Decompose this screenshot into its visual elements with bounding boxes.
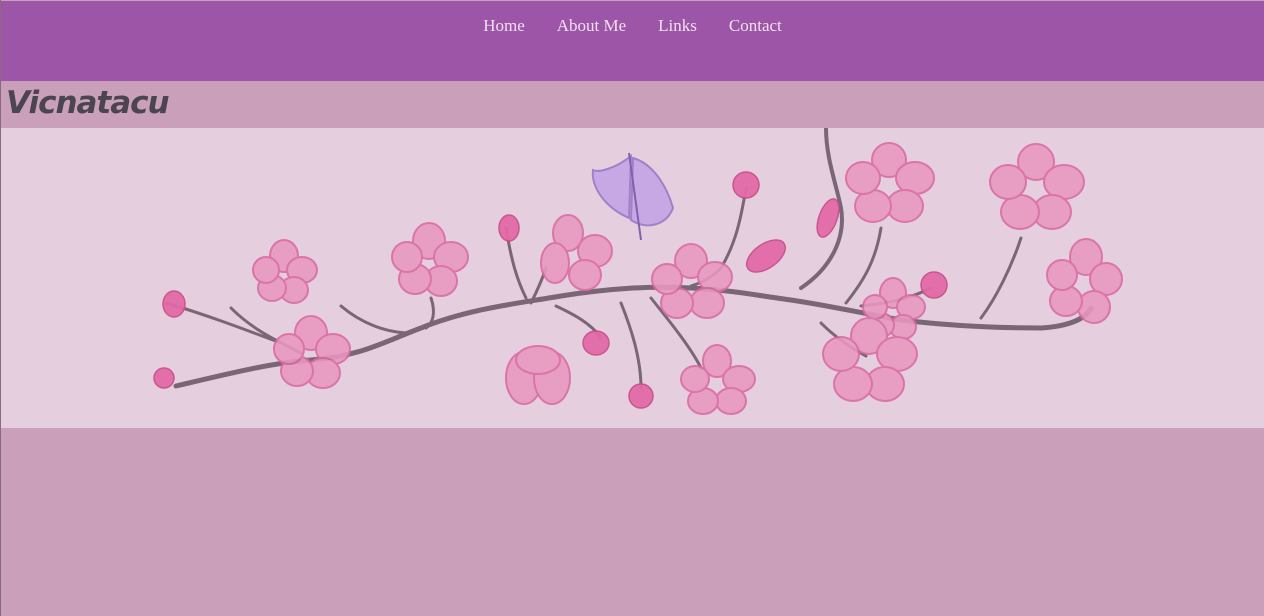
- top-navbar: Home About Me Links Contact: [1, 1, 1264, 81]
- butterfly-icon: [591, 152, 675, 241]
- nav-link-links[interactable]: Links: [642, 16, 713, 36]
- banner-image: [1, 128, 1264, 428]
- nav-link-contact[interactable]: Contact: [713, 16, 798, 36]
- site-header: Vicnatacu: [1, 81, 1264, 128]
- nav-link-about-me[interactable]: About Me: [541, 16, 642, 36]
- main-content: [1, 428, 1264, 616]
- nav-link-home[interactable]: Home: [467, 16, 541, 36]
- cherry-blossom-illustration: [153, 128, 1123, 415]
- site-title: Vicnatacu: [6, 85, 170, 121]
- nav-menu: Home About Me Links Contact: [1, 16, 1264, 36]
